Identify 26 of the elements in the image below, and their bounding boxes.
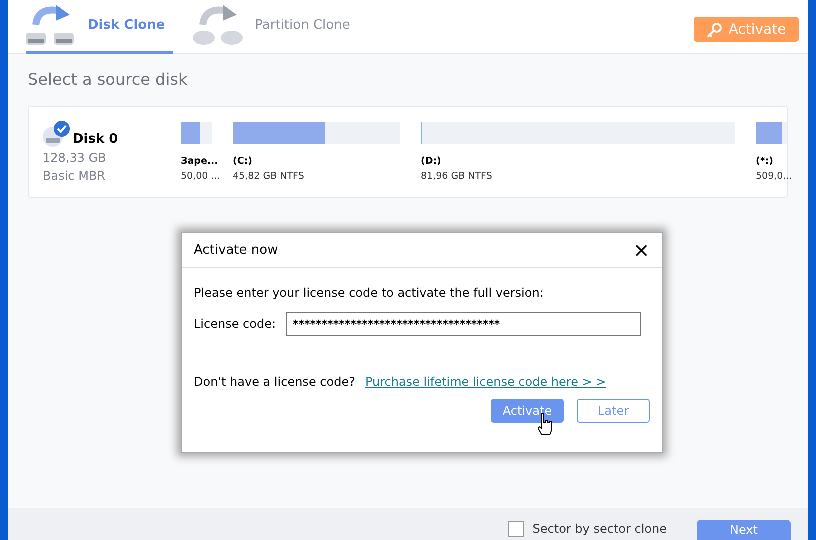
partition-name: (*:) xyxy=(756,155,774,168)
dialog-prompt: Please enter your license code to activate the full version: xyxy=(194,286,545,300)
field-label: License code: xyxy=(194,317,276,331)
partition-detail: 81,96 GB NTFS xyxy=(421,170,492,183)
disk-name: Disk 0 xyxy=(73,132,118,147)
disk-size: 128,33 GB xyxy=(43,150,108,167)
sector-clone-checkbox[interactable]: Sector by sector clone xyxy=(508,521,667,537)
activate-button[interactable]: Activate xyxy=(491,399,564,423)
section-heading: Select a source disk xyxy=(28,70,189,89)
partition-name: Заре... xyxy=(181,155,218,168)
partition-name: (C:) xyxy=(233,155,252,168)
purchase-link[interactable]: Purchase lifetime license code here > > xyxy=(365,375,606,389)
license-code-field[interactable]: ************************************ xyxy=(286,312,642,336)
close-button[interactable]: × xyxy=(633,240,650,260)
partition-detail: 45,82 GB NTFS xyxy=(233,170,304,183)
next-button[interactable]: Next xyxy=(697,520,791,540)
tab[interactable]: Disk Clone xyxy=(26,0,174,54)
activate-button[interactable]: Activate xyxy=(694,17,799,42)
later-button[interactable]: Later xyxy=(577,399,650,423)
key-icon xyxy=(706,22,723,38)
disk-type: Basic MBR xyxy=(43,168,107,185)
partition-detail: 50,00 ... xyxy=(181,170,220,183)
partition-name: (D:) xyxy=(421,155,442,168)
tab[interactable]: Partition Clone xyxy=(193,0,358,54)
license-question: Don't have a license code? xyxy=(194,375,356,389)
dialog-title: Activate now xyxy=(194,242,278,258)
